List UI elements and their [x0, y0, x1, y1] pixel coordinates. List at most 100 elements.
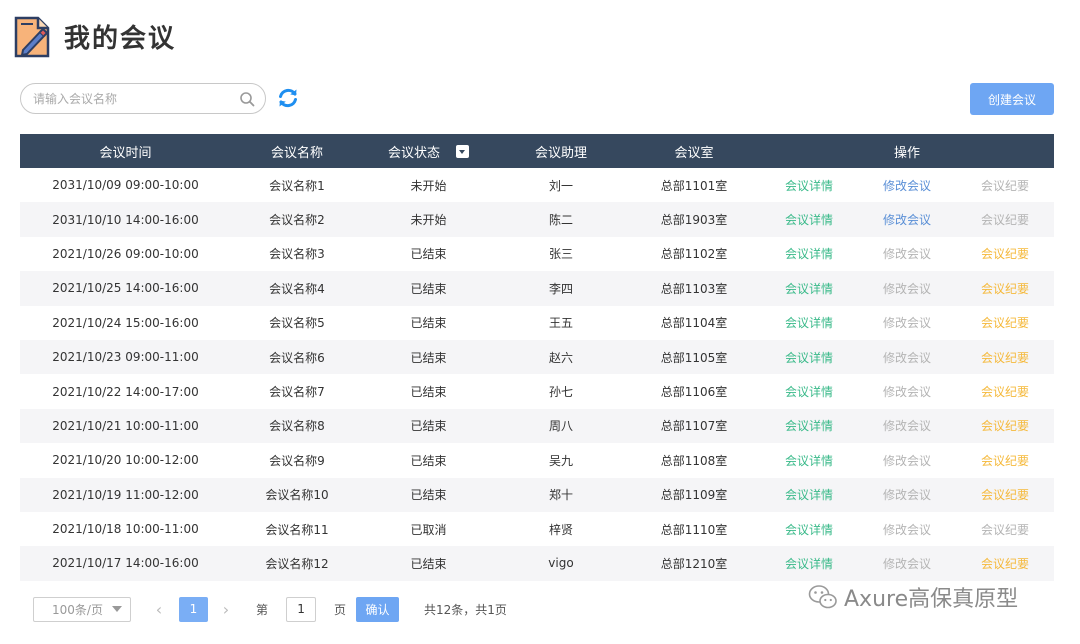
meeting-minutes-link[interactable]: 会议纪要: [956, 177, 1054, 194]
cell-status: 已结束: [410, 247, 447, 262]
refresh-icon[interactable]: [276, 86, 300, 110]
meeting-detail-link[interactable]: 会议详情: [760, 280, 858, 297]
header-assistant[interactable]: 会议助理: [494, 142, 628, 161]
filter-dropdown-icon[interactable]: [456, 144, 469, 158]
meeting-minutes-link[interactable]: 会议纪要: [956, 521, 1054, 538]
meeting-minutes-link[interactable]: 会议纪要: [956, 486, 1054, 503]
meeting-detail-link[interactable]: 会议详情: [760, 314, 858, 331]
cell-status: 已取消: [410, 522, 447, 537]
cell-assistant: 刘一: [548, 178, 573, 193]
meeting-minutes-link[interactable]: 会议纪要: [956, 349, 1054, 366]
prev-page-button[interactable]: ‹: [151, 599, 167, 619]
cell-time: 2021/10/19 11:00-12:00: [52, 487, 199, 502]
meeting-detail-link[interactable]: 会议详情: [760, 417, 858, 434]
cell-assistant: 周八: [548, 419, 573, 434]
page-size-select[interactable]: 100条/页: [33, 596, 131, 622]
page-number-current[interactable]: 1: [179, 596, 208, 622]
cell-assistant: 梓贤: [548, 522, 573, 537]
cell-time: 2021/10/18 10:00-11:00: [52, 522, 199, 537]
table-row: 2021/10/23 09:00-11:00 会议名称6 已结束 赵六 总部1105室 会…: [20, 339, 1054, 375]
edit-meeting-link[interactable]: 修改会议: [858, 349, 956, 366]
table-row: 2021/10/17 14:00-16:00 会议名称12 已结束 vigo 总部121…: [20, 546, 1054, 581]
cell-room: 总部1107室: [660, 419, 728, 434]
cell-name: 会议名称7: [269, 385, 325, 400]
cell-assistant: 孙七: [548, 385, 573, 400]
meeting-detail-link[interactable]: 会议详情: [760, 486, 858, 503]
meeting-detail-link[interactable]: 会议详情: [760, 245, 858, 262]
meeting-minutes-link[interactable]: 会议纪要: [956, 280, 1054, 297]
cell-assistant: vigo: [548, 556, 574, 571]
table-body: 2031/10/09 09:00-10:00 会议名称1 未开始 刘一 总部1101室会…: [20, 168, 1054, 581]
header-time[interactable]: 会议时间: [20, 142, 231, 161]
wechat-icon: [808, 585, 837, 609]
cell-room: 总部1106室: [660, 385, 728, 400]
edit-meeting-link[interactable]: 修改会议: [858, 417, 956, 434]
meeting-detail-link[interactable]: 会议详情: [760, 555, 858, 572]
cell-room: 总部1110室: [660, 522, 728, 537]
search-icon[interactable]: [239, 91, 255, 107]
edit-meeting-link[interactable]: 修改会议: [858, 245, 956, 262]
table-row: 2031/10/09 09:00-10:00 会议名称1 未开始 刘一 总部1101室 会…: [20, 168, 1054, 203]
meeting-minutes-link[interactable]: 会议纪要: [956, 383, 1054, 400]
edit-meeting-link[interactable]: 修改会议: [858, 383, 956, 400]
cell-time: 2021/10/24 15:00-16:00: [52, 315, 199, 330]
chevron-down-icon: [112, 606, 122, 612]
cell-time: 2021/10/20 10:00-12:00: [52, 453, 199, 468]
meeting-detail-link[interactable]: 会议详情: [760, 349, 858, 366]
header-room[interactable]: 会议室: [628, 142, 760, 161]
search-input[interactable]: [33, 89, 233, 109]
table-row: 2021/10/22 14:00-17:00 会议名称7 已结束 孙七 总部1106室 会…: [20, 374, 1054, 409]
edit-meeting-link[interactable]: 修改会议: [858, 177, 956, 194]
meeting-detail-link[interactable]: 会议详情: [760, 211, 858, 228]
edit-meeting-link[interactable]: 修改会议: [858, 521, 956, 538]
cell-status: 已结束: [410, 350, 447, 365]
cell-room: 总部1109室: [660, 488, 728, 503]
cell-time: 2021/10/25 14:00-16:00: [52, 281, 199, 296]
edit-meeting-link[interactable]: 修改会议: [858, 211, 956, 228]
header-status[interactable]: 会议状态: [363, 142, 494, 161]
cell-room: 总部1103室: [660, 281, 728, 296]
create-meeting-button[interactable]: 创建会议: [970, 83, 1054, 115]
confirm-button[interactable]: 确认: [356, 596, 400, 622]
meeting-detail-link[interactable]: 会议详情: [760, 521, 858, 538]
cell-name: 会议名称10: [265, 488, 329, 503]
meeting-detail-link[interactable]: 会议详情: [760, 177, 858, 194]
next-page-button[interactable]: ›: [218, 599, 234, 619]
meeting-detail-link[interactable]: 会议详情: [760, 452, 858, 469]
search-box[interactable]: [20, 83, 266, 114]
total-count: 共12条，共1页: [424, 602, 507, 617]
cell-name: 会议名称9: [269, 453, 325, 468]
page-title: 我的会议: [64, 23, 177, 54]
meeting-minutes-link[interactable]: 会议纪要: [956, 417, 1054, 434]
meeting-minutes-link[interactable]: 会议纪要: [956, 211, 1054, 228]
cell-name: 会议名称12: [265, 556, 329, 571]
meeting-minutes-link[interactable]: 会议纪要: [956, 555, 1054, 572]
edit-meeting-link[interactable]: 修改会议: [858, 314, 956, 331]
meeting-minutes-link[interactable]: 会议纪要: [956, 245, 1054, 262]
edit-meeting-link[interactable]: 修改会议: [858, 555, 956, 572]
cell-time: 2021/10/26 09:00-10:00: [52, 246, 199, 261]
meeting-detail-link[interactable]: 会议详情: [760, 383, 858, 400]
header-name[interactable]: 会议名称: [231, 142, 363, 161]
header-actions: 操作: [893, 145, 920, 161]
cell-name: 会议名称1: [269, 178, 325, 193]
cell-status: 已结束: [410, 488, 447, 503]
table-row: 2021/10/18 10:00-11:00 会议名称11 已取消 梓贤 总部1110室…: [20, 511, 1054, 547]
cell-status: 已结束: [410, 419, 447, 434]
cell-assistant: 张三: [548, 247, 573, 262]
edit-meeting-link[interactable]: 修改会议: [858, 486, 956, 503]
cell-status: 未开始: [410, 213, 447, 228]
edit-meeting-link[interactable]: 修改会议: [858, 280, 956, 297]
watermark: Axure高保真原型: [808, 580, 1018, 614]
cell-time: 2021/10/23 09:00-11:00: [52, 350, 199, 365]
cell-assistant: 赵六: [548, 350, 573, 365]
meeting-minutes-link[interactable]: 会议纪要: [956, 314, 1054, 331]
cell-name: 会议名称2: [269, 213, 325, 228]
goto-page-input[interactable]: [286, 596, 317, 622]
cell-time: 2021/10/21 10:00-11:00: [52, 418, 199, 433]
cell-room: 总部1105室: [660, 350, 728, 365]
edit-meeting-link[interactable]: 修改会议: [858, 452, 956, 469]
meeting-minutes-link[interactable]: 会议纪要: [956, 452, 1054, 469]
cell-assistant: 郑十: [548, 488, 573, 503]
cell-time: 2021/10/22 14:00-17:00: [52, 384, 199, 399]
